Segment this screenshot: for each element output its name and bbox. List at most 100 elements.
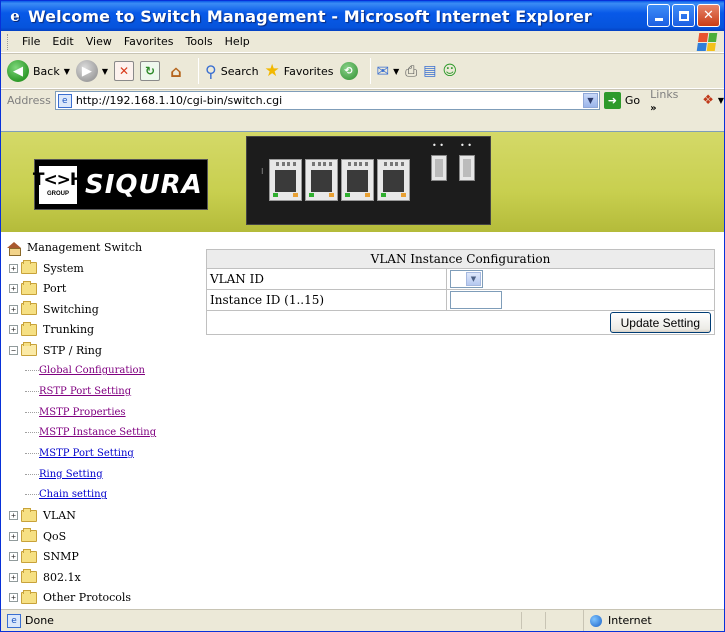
menu-tools[interactable]: Tools bbox=[180, 35, 219, 48]
link-label[interactable]: MSTP Port Setting bbox=[39, 448, 134, 459]
page-done-icon: e bbox=[7, 613, 21, 628]
address-url[interactable]: http://192.168.1.10/cgi-bin/switch.cgi bbox=[76, 94, 282, 107]
menu-file[interactable]: File bbox=[16, 35, 46, 48]
mail-dropdown-icon[interactable]: ▼ bbox=[393, 67, 399, 76]
search-button[interactable]: ⚲ Search bbox=[205, 62, 259, 81]
sidebar-item-switching[interactable]: + Switching bbox=[1, 299, 199, 320]
toolbar-extension-icon[interactable]: ❖ bbox=[702, 93, 714, 108]
sidebar-item-label: VLAN bbox=[43, 509, 76, 523]
sidebar-item-port[interactable]: + Port bbox=[1, 279, 199, 300]
link-label[interactable]: RSTP Port Setting bbox=[39, 386, 131, 397]
go-button[interactable]: ➜ Go bbox=[603, 92, 641, 109]
mail-button[interactable]: ✉ ▼ bbox=[377, 62, 400, 80]
messenger-button[interactable]: ☺ bbox=[442, 63, 457, 79]
menu-help[interactable]: Help bbox=[219, 35, 256, 48]
expand-icon[interactable]: + bbox=[9, 572, 18, 582]
link-label[interactable]: MSTP Instance Setting bbox=[39, 427, 156, 438]
minimize-button[interactable] bbox=[647, 4, 670, 27]
folder-icon bbox=[21, 260, 37, 275]
instance-id-input[interactable] bbox=[450, 291, 502, 309]
home-button[interactable]: ⌂ bbox=[166, 61, 186, 81]
menu-grip bbox=[7, 33, 10, 50]
sidebar-link-ring-setting[interactable]: Ring Setting bbox=[1, 464, 199, 485]
port-3[interactable] bbox=[305, 159, 338, 201]
forward-arrow-icon: ▶ bbox=[75, 60, 98, 82]
print-icon: ⎙ bbox=[405, 62, 418, 80]
update-setting-button[interactable]: Update Setting bbox=[609, 312, 711, 333]
back-button[interactable]: ◀ Back ▼ bbox=[7, 60, 70, 82]
sidebar-item-label: Other Protocols bbox=[43, 591, 132, 605]
siqura-logo-text: SIQURA bbox=[85, 169, 203, 200]
expand-icon[interactable]: + bbox=[9, 284, 18, 294]
tree-root[interactable]: Management Switch bbox=[1, 237, 199, 258]
page-content: T<>H GROUP SIQURA ⁝ • • • • Management S… bbox=[1, 131, 724, 609]
port-7[interactable] bbox=[377, 159, 410, 201]
browser-window: e Welcome to Switch Management - Microso… bbox=[0, 0, 725, 632]
sidebar-link-global-configuration[interactable]: Global Configuration bbox=[1, 361, 199, 382]
links-button[interactable]: Links » bbox=[650, 88, 688, 114]
sfp-leds-1: • • bbox=[432, 141, 444, 150]
sidebar-item-8021x[interactable]: + 802.1x bbox=[1, 567, 199, 588]
sidebar-item-other-protocols[interactable]: + Other Protocols bbox=[1, 587, 199, 608]
expand-icon[interactable]: + bbox=[9, 325, 18, 335]
stop-button[interactable]: ✕ bbox=[114, 61, 135, 81]
sidebar-link-rstp-port-setting[interactable]: RSTP Port Setting bbox=[1, 381, 199, 402]
close-button[interactable]: ✕ bbox=[697, 4, 720, 27]
toolbar-separator bbox=[198, 58, 200, 84]
vlan-instance-config-table: VLAN Instance Configuration VLAN ID ▼ In… bbox=[206, 249, 715, 335]
history-button[interactable]: ⟲ bbox=[339, 62, 358, 80]
forward-dropdown-icon[interactable]: ▼ bbox=[102, 67, 108, 76]
home-icon: ⌂ bbox=[170, 61, 182, 81]
expand-icon[interactable]: + bbox=[9, 511, 18, 521]
sidebar-item-vlan[interactable]: + VLAN bbox=[1, 505, 199, 526]
expand-icon[interactable]: + bbox=[9, 593, 18, 603]
expand-icon[interactable]: + bbox=[9, 304, 18, 314]
vlan-id-cell: ▼ bbox=[446, 268, 715, 290]
edit-icon: ▤ bbox=[423, 63, 437, 79]
link-label[interactable]: Ring Setting bbox=[39, 469, 103, 480]
refresh-button[interactable]: ↻ bbox=[140, 61, 161, 81]
back-dropdown-icon[interactable]: ▼ bbox=[64, 67, 70, 76]
menu-edit[interactable]: Edit bbox=[46, 35, 79, 48]
windows-logo-icon bbox=[696, 33, 718, 51]
favorites-button[interactable]: ★ Favorites bbox=[265, 61, 334, 81]
sidebar-link-mstp-properties[interactable]: MSTP Properties bbox=[1, 402, 199, 423]
vlan-id-select[interactable]: ▼ bbox=[450, 270, 483, 288]
sidebar-link-mstp-port-setting[interactable]: MSTP Port Setting bbox=[1, 443, 199, 464]
sidebar-link-mstp-instance-setting[interactable]: MSTP Instance Setting bbox=[1, 423, 199, 444]
link-label[interactable]: MSTP Properties bbox=[39, 407, 126, 418]
link-label[interactable]: Chain setting bbox=[39, 489, 107, 500]
sidebar-item-snmp[interactable]: + SNMP bbox=[1, 546, 199, 567]
expand-icon[interactable]: + bbox=[9, 552, 18, 562]
link-label[interactable]: Global Configuration bbox=[39, 365, 145, 376]
sidebar-item-stp-ring[interactable]: − STP / Ring bbox=[1, 340, 199, 361]
extension-dropdown-icon[interactable]: ▼ bbox=[718, 96, 724, 105]
tree-root-label: Management Switch bbox=[27, 241, 143, 254]
sidebar-item-label: SNMP bbox=[43, 550, 79, 564]
expand-icon[interactable]: + bbox=[9, 263, 18, 273]
favorites-star-icon: ★ bbox=[264, 61, 280, 81]
sidebar-item-trunking[interactable]: + Trunking bbox=[1, 320, 199, 341]
address-dropdown-icon[interactable]: ▼ bbox=[582, 93, 598, 108]
sfp-port-1[interactable] bbox=[431, 155, 447, 181]
expand-icon[interactable]: + bbox=[9, 531, 18, 541]
print-button[interactable]: ⎙ bbox=[405, 62, 417, 80]
forward-button[interactable]: ▶ ▼ bbox=[75, 60, 108, 82]
sidebar-item-system[interactable]: + System bbox=[1, 258, 199, 279]
address-label: Address bbox=[7, 94, 51, 107]
go-label: Go bbox=[624, 94, 641, 107]
edit-button[interactable]: ▤ bbox=[423, 63, 436, 79]
collapse-icon[interactable]: − bbox=[9, 345, 18, 355]
maximize-button[interactable] bbox=[672, 4, 695, 27]
stop-icon: ✕ bbox=[114, 61, 135, 81]
port-1[interactable] bbox=[269, 159, 302, 201]
address-field[interactable]: e http://192.168.1.10/cgi-bin/switch.cgi… bbox=[54, 91, 600, 110]
menu-view[interactable]: View bbox=[80, 35, 118, 48]
sidebar-link-chain-setting[interactable]: Chain setting bbox=[1, 485, 199, 506]
sfp-port-2[interactable] bbox=[459, 155, 475, 181]
port-5[interactable] bbox=[341, 159, 374, 201]
menu-favorites[interactable]: Favorites bbox=[118, 35, 180, 48]
home-folder-icon bbox=[7, 241, 21, 256]
globe-icon bbox=[590, 614, 602, 627]
sidebar-item-qos[interactable]: + QoS bbox=[1, 526, 199, 547]
